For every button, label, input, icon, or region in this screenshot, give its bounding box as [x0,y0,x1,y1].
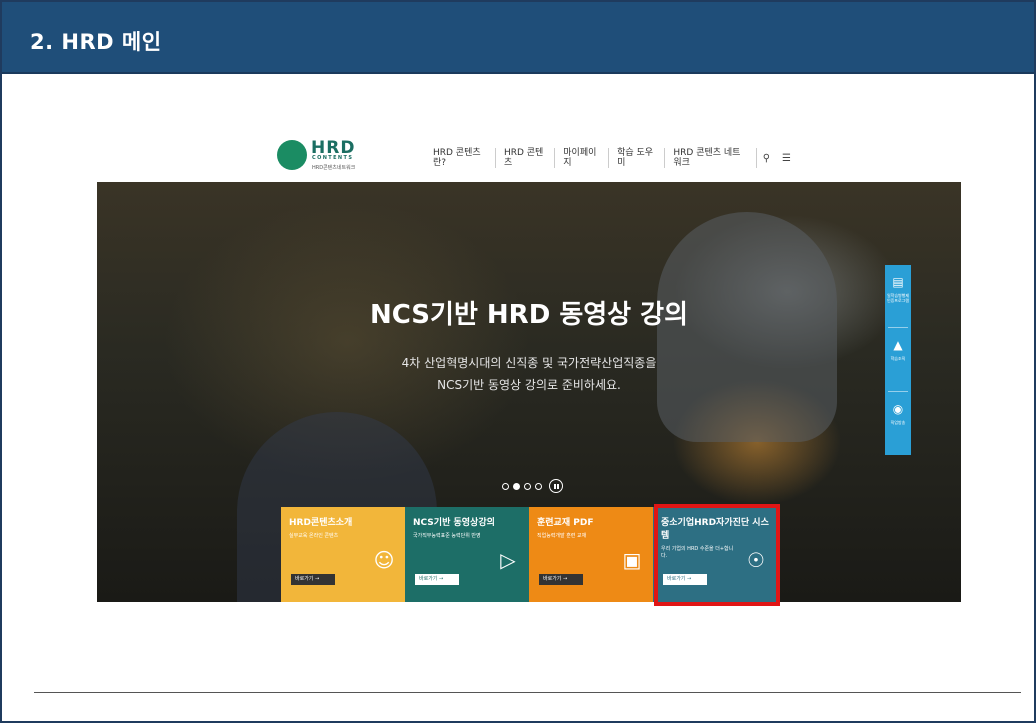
card-desc: 직업능력개발 훈련 교재 [537,533,587,539]
side-item-learning-org[interactable]: ▲ 학습조직 [885,328,911,388]
side-item-label: 직업방송 [890,420,906,425]
nav-item-about[interactable]: HRD 콘텐츠란? [425,148,496,168]
nav-item-contents[interactable]: HRD 콘텐츠 [496,148,556,168]
slide-frame: 2. HRD 메인 HRD CONTENTS HRD콘텐츠네트워크 HRD 콘텐… [0,0,1036,723]
site-logo[interactable]: HRD CONTENTS HRD콘텐츠네트워크 [277,138,367,174]
camera-icon: ◉ [892,402,904,416]
side-item-label: 일학습병행제 인증프로그램 [886,293,910,303]
quick-side-panel: ▤ 일학습병행제 인증프로그램 ▲ 학습조직 ◉ 직업방송 [885,265,911,455]
logo-mark-icon [277,140,307,170]
logo-subtext: CONTENTS [312,155,354,161]
carousel-dot[interactable] [535,482,542,490]
side-item-label: 학습조직 [890,356,906,361]
card-title: 훈련교재 PDF [537,518,594,528]
slide-title: 2. HRD 메인 [30,30,162,54]
card-ncs-video[interactable]: NCS기반 동영상강의 국가직무능력표준 능력단위 반영 바로가기 → ▷ [405,507,530,602]
slide-header: 2. HRD 메인 [2,2,1034,74]
card-hrd-intro[interactable]: HRD콘텐츠소개 실무교육 온라인 콘텐츠 바로가기 → ☺ [281,507,406,602]
card-desc: 실무교육 온라인 콘텐츠 [289,533,339,539]
person-icon: ☺ [373,548,395,572]
highlight-box [654,504,780,606]
carousel-dot-active[interactable] [513,482,520,490]
cone-icon: ▲ [893,338,903,352]
nav-item-mypage[interactable]: 마이페이지 [555,148,610,168]
carousel-dot[interactable] [502,482,509,490]
footer-divider [34,692,1021,693]
card-desc: 국가직무능력표준 능력단위 반영 [413,533,481,539]
main-nav: HRD 콘텐츠란? HRD 콘텐츠 마이페이지 학습 도우미 HRD 콘텐츠 네… [425,148,797,168]
document-icon: ▤ [892,275,904,289]
side-item-program[interactable]: ▤ 일학습병행제 인증프로그램 [885,265,911,325]
card-go-button[interactable]: 바로가기 → [415,574,459,585]
nav-item-help[interactable]: 학습 도우미 [609,148,666,168]
card-go-button[interactable]: 바로가기 → [291,574,335,585]
side-item-broadcast[interactable]: ◉ 직업방송 [885,392,911,452]
menu-icon[interactable]: ☰ [776,153,797,164]
carousel-indicators [502,479,563,493]
card-title: HRD콘텐츠소개 [289,518,353,528]
card-title: NCS기반 동영상강의 [413,518,495,528]
carousel-dot[interactable] [524,482,531,490]
card-go-button[interactable]: 바로가기 → [539,574,583,585]
hero-subtext-line2: NCS기반 동영상 강의로 준비하세요. [437,378,621,392]
card-training-pdf[interactable]: 훈련교재 PDF 직업능력개발 훈련 교재 바로가기 → ▣ [529,507,654,602]
hero-subtext-line1: 4차 산업혁명시대의 신직종 및 국가전략산업직종을 [401,356,657,370]
logo-caption: HRD콘텐츠네트워크 [312,165,356,171]
hero-subtext: 4차 산업혁명시대의 신직종 및 국가전략산업직종을 NCS기반 동영상 강의로… [97,352,961,396]
pause-icon[interactable] [549,479,563,493]
monitor-play-icon: ▷ [500,548,516,572]
hero-headline: NCS기반 HRD 동영상 강의 [369,300,688,330]
nav-item-network[interactable]: HRD 콘텐츠 네트워크 [665,148,757,168]
laptop-icon: ▣ [622,548,642,572]
search-icon[interactable]: ⚲ [757,153,776,164]
site-header: HRD CONTENTS HRD콘텐츠네트워크 HRD 콘텐츠란? HRD 콘텐… [277,130,797,180]
